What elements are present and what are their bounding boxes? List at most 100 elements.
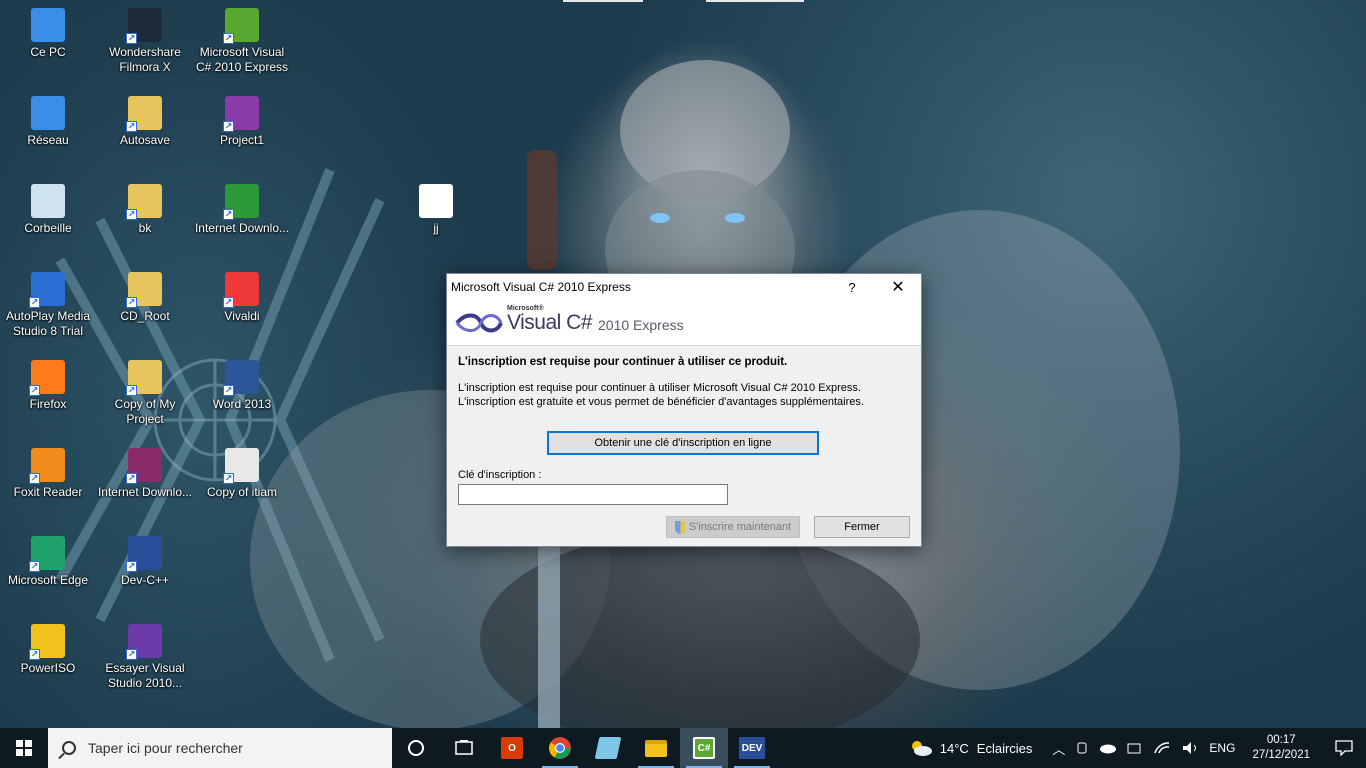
shortcut-arrow-icon: ↗ <box>126 473 137 484</box>
dialog-title: Microsoft Visual C# 2010 Express <box>451 280 631 294</box>
shortcut-arrow-icon: ↗ <box>126 209 137 220</box>
shortcut-arrow-icon: ↗ <box>29 297 40 308</box>
shortcut-arrow-icon: ↗ <box>223 121 234 132</box>
desktop-icon[interactable]: ↗ Microsoft Edge <box>0 536 96 620</box>
register-now-button[interactable]: S'inscrire maintenant <box>666 516 800 538</box>
desktop-icon[interactable]: ↗ PowerISO <box>0 624 96 708</box>
devcpp-icon: ↗ <box>126 536 162 572</box>
shortcut-arrow-icon: ↗ <box>223 33 234 44</box>
volume-icon <box>1183 742 1197 754</box>
desktop-icon[interactable]: Réseau <box>0 96 96 180</box>
tray-volume[interactable] <box>1176 741 1204 755</box>
desktop-icon[interactable]: ↗ Copy of My Project <box>97 360 193 444</box>
logo-product: Visual C# <box>507 310 593 334</box>
desktop-icon[interactable]: ↗ Internet Downlo... <box>194 184 290 268</box>
shortcut-arrow-icon: ↗ <box>29 561 40 572</box>
logo-edition: 2010 Express <box>598 316 684 333</box>
desktop-icon[interactable]: ↗ Firefox <box>0 360 96 444</box>
shortcut-arrow-icon: ↗ <box>126 561 137 572</box>
shortcut-arrow-icon: ↗ <box>126 649 137 660</box>
folder-icon: ↗ <box>126 184 162 220</box>
recycle-bin-icon <box>31 184 65 218</box>
shortcut-arrow-icon: ↗ <box>223 385 234 396</box>
cortana-button[interactable] <box>392 728 440 768</box>
vivaldi-icon: ↗ <box>223 272 259 308</box>
desktop-icon[interactable]: ↗ Project1 <box>194 96 290 180</box>
close-button[interactable]: Fermer <box>814 516 910 538</box>
desktop-icon[interactable]: ↗ Essayer Visual Studio 2010... <box>97 624 193 708</box>
desktop-icon[interactable]: Corbeille <box>0 184 96 268</box>
desktop-icon-label: Internet Downlo... <box>194 221 290 235</box>
autoplay-icon: ↗ <box>29 272 65 308</box>
taskbar-devcpp[interactable]: DEV <box>728 728 776 768</box>
shortcut-arrow-icon: ↗ <box>29 385 40 396</box>
dialog-titlebar[interactable]: Microsoft Visual C# 2010 Express ? ✕ <box>447 274 921 300</box>
desktop-icon[interactable]: ↗ Wondershare Filmora X <box>97 8 193 92</box>
tray-onedrive[interactable] <box>1094 742 1122 754</box>
dialog-line-1: L'inscription est requise pour continuer… <box>458 382 861 394</box>
tray-app[interactable] <box>1070 741 1094 755</box>
desktop-icon[interactable]: ↗ Vivaldi <box>194 272 290 356</box>
shortcut-arrow-icon: ↗ <box>126 297 137 308</box>
tray-wifi[interactable] <box>1148 741 1176 755</box>
desktop-icon-label: Copy of itiam <box>206 485 278 499</box>
tray-network-status[interactable] <box>1122 741 1148 755</box>
desktop-icon-label: Project1 <box>219 133 265 147</box>
start-button[interactable] <box>0 728 48 768</box>
desktop-icon[interactable]: ↗ Word 2013 <box>194 360 290 444</box>
taskbar: Taper ici pour rechercher O C# DEV 14°C … <box>0 728 1366 768</box>
notification-icon <box>1335 740 1353 756</box>
desktop-icon-label: jj <box>433 221 439 235</box>
top-edge-strip <box>563 0 643 2</box>
clock-time: 00:17 <box>1266 734 1296 746</box>
desktop-icon[interactable]: ↗ Copy of itiam <box>194 448 290 532</box>
clock[interactable]: 00:17 27/12/2021 <box>1240 733 1322 763</box>
taskbar-file-explorer[interactable] <box>632 728 680 768</box>
desktop-icon[interactable]: ↗ Microsoft Visual C# 2010 Express <box>194 8 290 92</box>
desktop-icon-label: Microsoft Edge <box>7 573 89 587</box>
desktop-icon[interactable]: ↗ bk <box>97 184 193 268</box>
desktop-icon-label: Essayer Visual Studio 2010... <box>105 661 185 690</box>
language-indicator[interactable]: ENG <box>1204 741 1240 755</box>
taskbar-chrome[interactable] <box>536 728 584 768</box>
task-view-button[interactable] <box>440 728 488 768</box>
weather-widget[interactable]: 14°C Eclaircies <box>903 738 1038 758</box>
folder-icon: ↗ <box>126 360 162 396</box>
shortcut-arrow-icon: ↗ <box>126 33 137 44</box>
desktop-icon[interactable]: ↗ Foxit Reader <box>0 448 96 532</box>
desktop-icon[interactable]: ↗ Dev-C++ <box>97 536 193 620</box>
search-placeholder: Taper ici pour rechercher <box>88 740 243 756</box>
shortcut-arrow-icon: ↗ <box>29 473 40 484</box>
show-hidden-icons[interactable]: ︿ <box>1047 739 1070 758</box>
get-online-key-button[interactable]: Obtenir une clé d'inscription en ligne <box>547 431 819 455</box>
desktop-icon[interactable]: jj <box>388 184 484 268</box>
desktop-icon[interactable]: ↗ Autosave <box>97 96 193 180</box>
winrar-icon: ↗ <box>126 448 162 484</box>
network-icon <box>31 96 65 130</box>
help-button[interactable]: ? <box>829 280 875 295</box>
desktop-icon-label: Vivaldi <box>224 309 260 323</box>
desktop-icon[interactable]: ↗ AutoPlay Media Studio 8 Trial <box>0 272 96 356</box>
desktop-icon[interactable]: ↗ CD_Root <box>97 272 193 356</box>
top-edge-strip <box>706 0 804 2</box>
taskbar-visual-csharp[interactable]: C# <box>680 728 728 768</box>
foxit-icon: ↗ <box>29 448 65 484</box>
notifications-button[interactable] <box>1322 728 1366 768</box>
edge-icon: ↗ <box>29 536 65 572</box>
chevron-up-icon: ︿ <box>1052 741 1066 757</box>
desktop-icon[interactable]: Ce PC <box>0 8 96 92</box>
registration-key-input[interactable] <box>458 484 728 505</box>
taskbar-notepad[interactable] <box>584 728 632 768</box>
shortcut-arrow-icon: ↗ <box>223 297 234 308</box>
taskbar-search-box[interactable]: Taper ici pour rechercher <box>48 728 392 768</box>
close-icon[interactable]: ✕ <box>875 277 921 297</box>
registration-key-label: Clé d'inscription : <box>458 469 542 481</box>
desktop-icon-label: bk <box>138 221 152 235</box>
weather-partly-cloudy-icon <box>911 741 932 756</box>
desktop-icon-label: Microsoft Visual C# 2010 Express <box>195 45 289 74</box>
shortcut-arrow-icon: ↗ <box>126 385 137 396</box>
cloud-icon <box>1100 744 1117 754</box>
desktop-icon[interactable]: ↗ Internet Downlo... <box>97 448 193 532</box>
visual-studio-icon: ↗ <box>126 624 162 660</box>
taskbar-office[interactable]: O <box>488 728 536 768</box>
